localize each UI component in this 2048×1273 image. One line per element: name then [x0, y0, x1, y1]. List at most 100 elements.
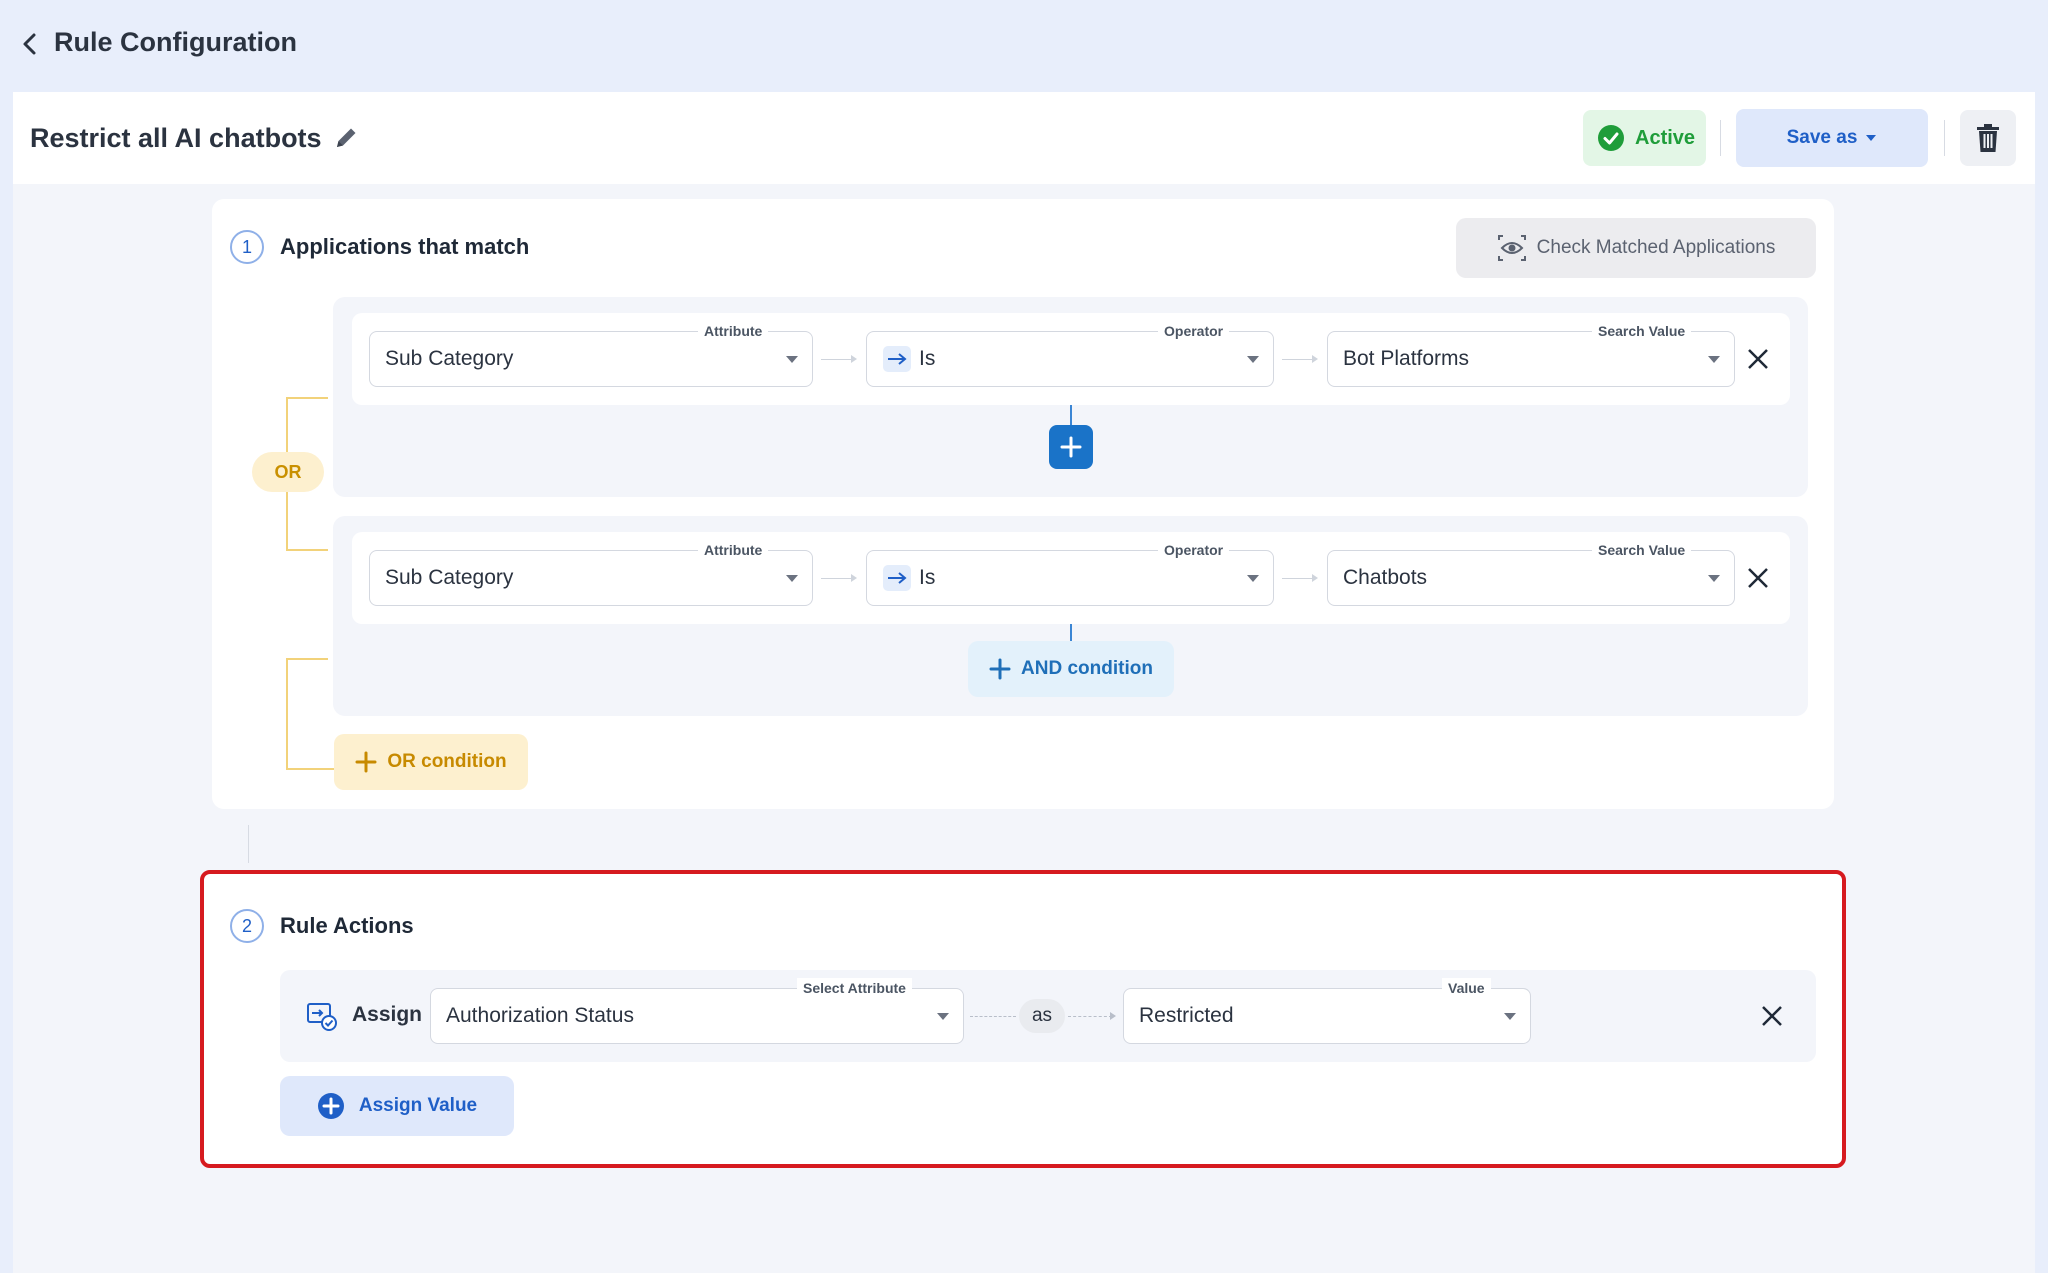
or-condition-button[interactable]: OR condition	[334, 734, 528, 790]
operator-legend: Operator	[1158, 540, 1230, 560]
remove-condition-button[interactable]	[1743, 344, 1773, 374]
eye-icon	[1497, 235, 1526, 261]
pencil-icon	[337, 128, 356, 147]
connector-line	[1282, 578, 1312, 579]
value-value: Restricted	[1139, 1004, 1234, 1027]
or-bracket-line	[286, 768, 334, 770]
or-condition-label: OR condition	[387, 751, 507, 772]
remove-condition-button[interactable]	[1743, 563, 1773, 593]
search-value-legend: Search Value	[1592, 321, 1692, 341]
section-connector	[248, 825, 249, 863]
plus-icon	[1060, 436, 1082, 458]
caret-down-icon	[1247, 575, 1259, 582]
trash-icon	[1977, 124, 1999, 152]
operator-value: Is	[919, 566, 936, 589]
search-value-select[interactable]: Search Value Bot Platforms	[1327, 321, 1735, 387]
value-legend: Value	[1442, 978, 1491, 998]
caret-down-icon	[786, 356, 798, 363]
top-bar	[0, 0, 2048, 92]
connector-line	[1070, 624, 1072, 641]
close-icon	[1748, 568, 1768, 588]
check-matched-applications-button[interactable]: Check Matched Applications	[1456, 218, 1816, 278]
caret-down-icon	[1708, 356, 1720, 363]
attribute-value: Sub Category	[385, 347, 514, 370]
caret-down-icon	[1708, 575, 1720, 582]
select-attribute-legend: Select Attribute	[797, 978, 912, 998]
caret-down-icon	[786, 575, 798, 582]
close-icon	[1748, 349, 1768, 369]
page-title: Rule Configuration	[54, 27, 297, 57]
back-button[interactable]	[12, 26, 48, 62]
caret-down-icon	[1247, 356, 1259, 363]
step-number: 1	[230, 230, 264, 264]
select-attribute-value: Authorization Status	[446, 1004, 634, 1027]
connector-line	[970, 1016, 1016, 1017]
caret-down-icon	[937, 1013, 949, 1020]
value-select[interactable]: Value Restricted	[1123, 978, 1531, 1044]
attribute-select[interactable]: Attribute Sub Category	[369, 321, 813, 387]
assign-icon	[306, 1000, 338, 1032]
plus-icon	[317, 1093, 344, 1119]
edit-name-button[interactable]	[332, 124, 360, 152]
status-label: Active	[1635, 126, 1696, 149]
operator-legend: Operator	[1158, 321, 1230, 341]
search-value: Bot Platforms	[1343, 347, 1470, 370]
connector-arrow	[1110, 1012, 1116, 1020]
connector-line	[1070, 405, 1072, 425]
connector-arrow	[851, 574, 857, 582]
connector-line	[1068, 1016, 1112, 1017]
or-bracket-line	[286, 658, 328, 660]
save-as-label: Save as	[1786, 127, 1858, 148]
save-as-button[interactable]: Save as	[1736, 109, 1928, 167]
step-number: 2	[230, 909, 264, 943]
or-bracket-line	[286, 658, 288, 770]
chevron-left-icon	[23, 33, 36, 55]
or-badge: OR	[252, 452, 324, 492]
connector-line	[1282, 359, 1312, 360]
connector-arrow	[851, 355, 857, 363]
search-value: Chatbots	[1343, 566, 1428, 589]
attribute-value: Sub Category	[385, 566, 514, 589]
check-matched-label: Check Matched Applications	[1536, 237, 1776, 258]
select-attribute-select[interactable]: Select Attribute Authorization Status	[430, 978, 964, 1044]
caret-down-icon	[1866, 135, 1877, 141]
and-condition-label: AND condition	[1021, 658, 1153, 679]
connector-arrow	[1312, 574, 1318, 582]
check-circle-icon	[1598, 125, 1624, 151]
rule-name: Restrict all AI chatbots	[30, 123, 322, 153]
or-bracket-line	[286, 549, 328, 551]
search-value-select[interactable]: Search Value Chatbots	[1327, 540, 1735, 606]
section-title: Applications that match	[280, 234, 530, 259]
add-condition-button[interactable]	[1049, 425, 1093, 469]
arrow-right-icon	[883, 346, 911, 372]
attribute-legend: Attribute	[698, 321, 769, 341]
attribute-select[interactable]: Attribute Sub Category	[369, 540, 813, 606]
section-title: Rule Actions	[280, 913, 414, 938]
as-label: as	[1019, 999, 1065, 1033]
and-condition-button[interactable]: AND condition	[968, 641, 1174, 697]
assign-value-button[interactable]: Assign Value	[280, 1076, 514, 1136]
divider	[1720, 120, 1721, 156]
delete-button[interactable]	[1960, 110, 2016, 166]
operator-select[interactable]: Operator Is	[866, 540, 1274, 606]
match-section	[212, 199, 1834, 809]
operator-select[interactable]: Operator Is	[866, 321, 1274, 387]
or-bracket-line	[286, 397, 288, 452]
connector-line	[821, 359, 851, 360]
close-icon	[1762, 1006, 1782, 1026]
caret-down-icon	[1504, 1013, 1516, 1020]
connector-line	[821, 578, 851, 579]
assign-label: Assign	[352, 1003, 423, 1026]
assign-value-label: Assign Value	[358, 1095, 478, 1116]
divider	[1944, 120, 1945, 156]
connector-arrow	[1312, 355, 1318, 363]
search-value-legend: Search Value	[1592, 540, 1692, 560]
plus-icon	[989, 658, 1011, 680]
operator-value: Is	[919, 347, 936, 370]
plus-icon	[355, 751, 377, 773]
remove-action-button[interactable]	[1757, 1001, 1787, 1031]
status-badge[interactable]: Active	[1583, 110, 1706, 166]
or-bracket-line	[286, 492, 288, 550]
arrow-right-icon	[883, 565, 911, 591]
or-bracket-line	[286, 397, 328, 399]
